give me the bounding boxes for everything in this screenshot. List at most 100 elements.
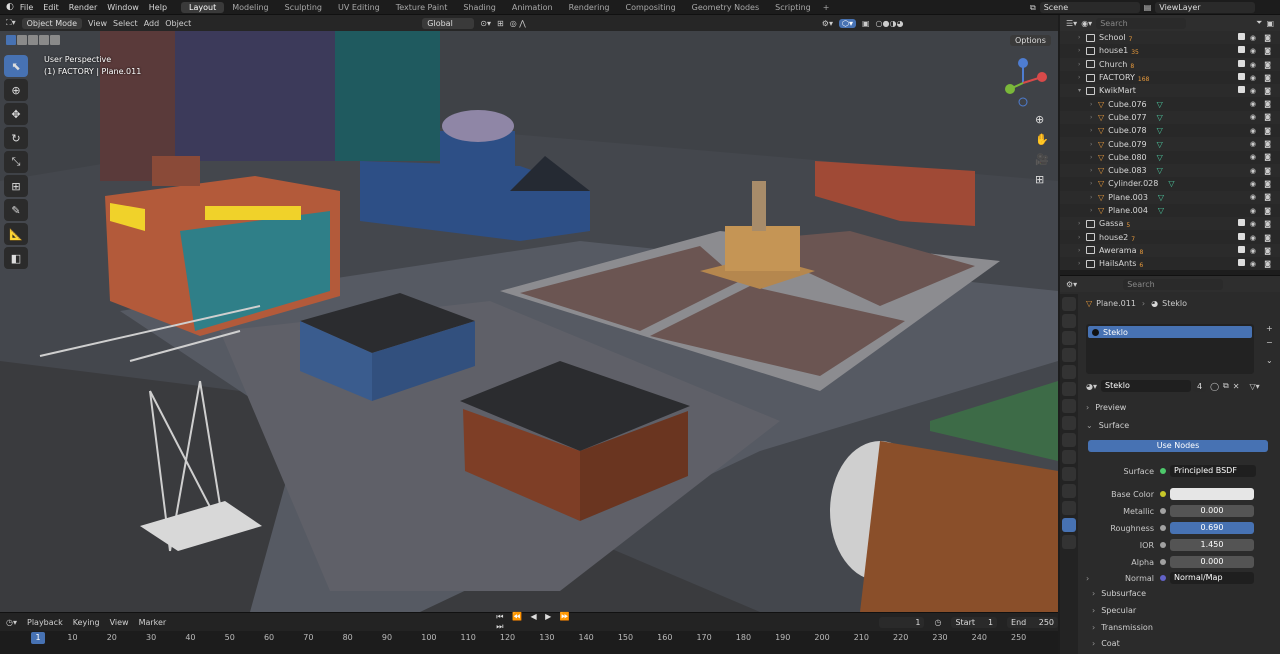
- mesh-data-icon[interactable]: ▽: [1157, 100, 1163, 109]
- tab-layout[interactable]: Layout: [181, 1, 225, 13]
- outliner-row[interactable]: › ▽ Cube.077 ▽ ◉ ◙: [1060, 110, 1280, 125]
- playhead[interactable]: 1: [31, 632, 45, 644]
- proportional-edit-icon[interactable]: ◎ ⋀: [510, 19, 526, 28]
- select-tool-icon[interactable]: ⬉: [4, 55, 28, 77]
- menu-file[interactable]: File: [20, 3, 33, 12]
- mesh-data-icon[interactable]: ▽: [1168, 179, 1174, 188]
- expand-arrow-icon[interactable]: ›: [1090, 114, 1098, 121]
- eye-icon[interactable]: ◉: [1250, 247, 1259, 255]
- expand-arrow-icon[interactable]: ›: [1090, 194, 1098, 201]
- eye-icon[interactable]: ◉: [1250, 113, 1259, 121]
- outliner-row[interactable]: › Church 8 ◉ ◙: [1060, 57, 1280, 71]
- camera-icon[interactable]: ◙: [1264, 180, 1274, 188]
- coat-section[interactable]: › Coat: [1092, 639, 1120, 648]
- eye-icon[interactable]: ◉: [1250, 220, 1259, 228]
- exclude-checkbox[interactable]: [1237, 245, 1245, 253]
- tab-shading[interactable]: Shading: [455, 2, 504, 13]
- menu-edit[interactable]: Edit: [43, 3, 59, 12]
- disclosure-triangle-icon[interactable]: ›: [1078, 61, 1086, 68]
- disclosure-triangle-icon[interactable]: ›: [1078, 74, 1086, 81]
- visibility-toggles[interactable]: ◉ ◙: [1237, 259, 1274, 268]
- remove-slot-icon[interactable]: −: [1266, 338, 1273, 347]
- select-new-icon[interactable]: [6, 35, 16, 45]
- collection-tab-icon[interactable]: [1062, 399, 1076, 413]
- camera-icon[interactable]: ◙: [1264, 234, 1274, 242]
- select-subtract-icon[interactable]: [28, 35, 38, 45]
- exclude-checkbox[interactable]: [1237, 259, 1245, 267]
- disclosure-triangle-icon[interactable]: ›: [1078, 47, 1086, 54]
- link-type-icon[interactable]: ▽▾: [1249, 382, 1259, 391]
- particles-tab-icon[interactable]: [1062, 450, 1076, 464]
- outliner-row[interactable]: › ▽ Plane.003 ▽ ◉ ◙: [1060, 190, 1280, 204]
- eye-icon[interactable]: ◉: [1250, 260, 1259, 268]
- camera-icon[interactable]: ◙: [1264, 127, 1274, 135]
- gizmo-toggle-icon[interactable]: ⚙▾: [822, 19, 833, 28]
- surface-section[interactable]: ⌄ Surface: [1086, 421, 1129, 430]
- subsurface-section[interactable]: › Subsurface: [1092, 589, 1146, 598]
- roughness-field[interactable]: 0.690: [1170, 522, 1254, 534]
- camera-icon[interactable]: ◙: [1264, 113, 1274, 121]
- expand-arrow-icon[interactable]: ›: [1090, 154, 1098, 161]
- camera-icon[interactable]: ◙: [1264, 220, 1274, 228]
- expand-arrow-icon[interactable]: ›: [1090, 141, 1098, 148]
- overlay-toggle-icon[interactable]: ⬡▾: [838, 18, 856, 28]
- visibility-toggles[interactable]: ◉ ◙: [1250, 100, 1274, 108]
- tab-modeling[interactable]: Modeling: [224, 2, 276, 13]
- stopwatch-icon[interactable]: ◷: [934, 618, 941, 627]
- eye-icon[interactable]: ◉: [1250, 180, 1259, 188]
- keying-menu[interactable]: Keying: [73, 618, 100, 627]
- scene-field[interactable]: Scene: [1039, 2, 1140, 13]
- menu-window[interactable]: Window: [107, 3, 139, 12]
- display-mode-icon[interactable]: ◉▾: [1081, 19, 1092, 28]
- surface-shader-field[interactable]: Principled BSDF: [1170, 465, 1256, 477]
- camera-icon[interactable]: ◙: [1264, 167, 1274, 175]
- camera-icon[interactable]: ◙: [1264, 140, 1274, 148]
- render-tab-icon[interactable]: [1062, 314, 1076, 328]
- outliner-row[interactable]: › FACTORY 168 ◉ ◙: [1060, 71, 1280, 84]
- outliner-row[interactable]: › ▽ Cube.080 ▽ ◉ ◙: [1060, 151, 1280, 164]
- eye-icon[interactable]: ◉: [1250, 127, 1259, 135]
- start-frame-field[interactable]: Start 1: [951, 616, 998, 628]
- outliner-row[interactable]: › ▽ Plane.004 ▽ ◉ ◙: [1060, 204, 1280, 217]
- visibility-toggles[interactable]: ◉ ◙: [1250, 127, 1274, 135]
- playback-menu[interactable]: Playback: [27, 618, 63, 627]
- eye-icon[interactable]: ◉: [1250, 193, 1259, 201]
- menu-help[interactable]: Help: [149, 3, 167, 12]
- constraints-tab-icon[interactable]: [1062, 484, 1076, 498]
- exclude-checkbox[interactable]: [1237, 232, 1245, 240]
- tab-geometry-nodes[interactable]: Geometry Nodes: [684, 2, 767, 13]
- mesh-data-icon[interactable]: ▽: [1157, 140, 1163, 149]
- expand-arrow-icon[interactable]: ›: [1090, 101, 1098, 108]
- expand-arrow-icon[interactable]: ›: [1090, 207, 1098, 214]
- eye-icon[interactable]: ◉: [1250, 207, 1259, 215]
- visibility-toggles[interactable]: ◉ ◙: [1250, 140, 1274, 148]
- eye-icon[interactable]: ◉: [1250, 34, 1259, 42]
- unlink-material-icon[interactable]: ✕: [1233, 382, 1240, 391]
- outliner-row[interactable]: › Awerama 8 ◉ ◙: [1060, 243, 1280, 258]
- zoom-icon[interactable]: ⊕: [1035, 113, 1044, 126]
- tab-rendering[interactable]: Rendering: [561, 2, 618, 13]
- eye-icon[interactable]: ◉: [1250, 61, 1259, 69]
- filter-icon[interactable]: ⏷: [1256, 18, 1262, 28]
- expand-arrow-icon[interactable]: ›: [1090, 180, 1098, 187]
- disclosure-triangle-icon[interactable]: ▾: [1078, 87, 1086, 94]
- mesh-data-icon[interactable]: ▽: [1158, 193, 1164, 202]
- visibility-toggles[interactable]: ◉ ◙: [1237, 232, 1274, 242]
- camera-icon[interactable]: ◙: [1264, 247, 1274, 255]
- object-tab-icon[interactable]: [1062, 416, 1076, 430]
- ior-field[interactable]: 1.450: [1170, 539, 1254, 551]
- outliner-row[interactable]: › HailsAnts 6 ◉ ◙: [1060, 257, 1280, 270]
- view-layer-tab-icon[interactable]: [1062, 348, 1076, 362]
- view-menu[interactable]: View: [88, 19, 107, 28]
- camera-view-icon[interactable]: 🎥: [1035, 153, 1049, 166]
- playback-controls[interactable]: ⏮ ⏪ ◀ ▶ ⏩ ⏭: [496, 612, 579, 632]
- marker-menu[interactable]: Marker: [139, 618, 167, 627]
- visibility-toggles[interactable]: ◉ ◙: [1237, 86, 1274, 95]
- disclosure-triangle-icon[interactable]: ›: [1078, 234, 1086, 241]
- visibility-toggles[interactable]: ◉ ◙: [1237, 245, 1274, 255]
- visibility-toggles[interactable]: ◉ ◙: [1250, 207, 1274, 215]
- menu-render[interactable]: Render: [69, 3, 97, 12]
- visibility-toggles[interactable]: ◉ ◙: [1237, 33, 1274, 42]
- eye-icon[interactable]: ◉: [1250, 234, 1259, 242]
- mesh-data-icon[interactable]: ▽: [1157, 166, 1163, 175]
